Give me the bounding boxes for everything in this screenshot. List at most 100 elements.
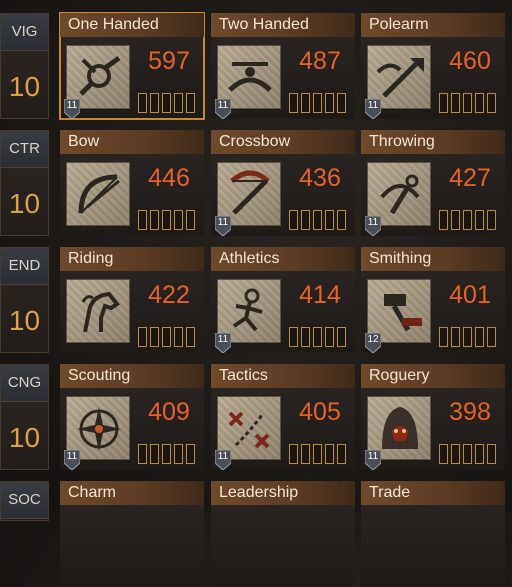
focus-slot[interactable] [174,210,183,230]
focus-point-slots[interactable] [439,210,496,230]
focus-slot[interactable] [174,93,183,113]
focus-slot[interactable] [301,210,310,230]
skill-name: Tactics [211,364,355,388]
focus-slot[interactable] [313,210,322,230]
focus-slot[interactable] [174,327,183,347]
focus-slot[interactable] [301,444,310,464]
focus-slot[interactable] [150,327,159,347]
skill-card-charm[interactable]: Charm [60,481,204,587]
skill-card-roguery[interactable]: Roguery 11 398 [361,364,505,471]
focus-slot[interactable] [325,327,334,347]
focus-slot[interactable] [463,93,472,113]
focus-point-slots[interactable] [439,327,496,347]
focus-slot[interactable] [186,327,195,347]
focus-slot[interactable] [301,327,310,347]
skill-level-text: 12 [367,334,379,345]
focus-slot[interactable] [487,327,496,347]
focus-point-slots[interactable] [289,210,346,230]
focus-slot[interactable] [325,210,334,230]
skill-name: Two Handed [211,13,355,37]
focus-slot[interactable] [487,93,496,113]
focus-slot[interactable] [138,93,147,113]
focus-slot[interactable] [162,210,171,230]
focus-slot[interactable] [451,210,460,230]
attribute-endurance[interactable]: END 10 [0,247,49,353]
focus-slot[interactable] [138,327,147,347]
focus-slot[interactable] [174,444,183,464]
focus-slot[interactable] [150,210,159,230]
skill-card-trade[interactable]: Trade [361,481,505,587]
skill-card-leadership[interactable]: Leadership [211,481,355,587]
focus-slot[interactable] [150,93,159,113]
focus-slot[interactable] [289,327,298,347]
focus-slot[interactable] [289,210,298,230]
focus-point-slots[interactable] [289,327,346,347]
skill-level-badge: 11 [214,332,232,354]
attribute-control[interactable]: CTR 10 [0,130,49,236]
focus-point-slots[interactable] [138,93,195,113]
focus-slot[interactable] [463,444,472,464]
focus-slot[interactable] [475,210,484,230]
focus-slot[interactable] [337,210,346,230]
focus-slot[interactable] [337,93,346,113]
focus-slot[interactable] [138,210,147,230]
skill-card-bow[interactable]: Bow 446 [60,130,204,236]
skill-level-badge: 12 [364,332,382,354]
skill-card-throwing[interactable]: Throwing 11 427 [361,130,505,237]
focus-point-slots[interactable] [138,327,195,347]
attribute-vigor[interactable]: VIG 10 [0,13,49,119]
focus-slot[interactable] [150,444,159,464]
focus-slot[interactable] [451,444,460,464]
focus-slot[interactable] [162,327,171,347]
focus-slot[interactable] [313,93,322,113]
focus-point-slots[interactable] [289,444,346,464]
focus-slot[interactable] [313,327,322,347]
skill-level-badge: 11 [214,449,232,471]
focus-slot[interactable] [475,444,484,464]
focus-slot[interactable] [313,444,322,464]
focus-slot[interactable] [451,327,460,347]
focus-slot[interactable] [162,444,171,464]
focus-point-slots[interactable] [138,210,195,230]
focus-slot[interactable] [289,93,298,113]
skill-card-riding[interactable]: Riding 422 [60,247,204,353]
skill-card-athletics[interactable]: Athletics 11 414 [211,247,355,354]
focus-slot[interactable] [325,93,334,113]
skill-level-badge: 11 [364,98,382,120]
focus-point-slots[interactable] [289,93,346,113]
focus-slot[interactable] [475,93,484,113]
focus-slot[interactable] [439,93,448,113]
focus-slot[interactable] [439,327,448,347]
skill-card-scouting[interactable]: Scouting 11 409 [60,364,204,471]
focus-slot[interactable] [337,444,346,464]
skill-value: 597 [148,47,190,75]
focus-point-slots[interactable] [138,444,195,464]
focus-slot[interactable] [439,444,448,464]
focus-point-slots[interactable] [439,444,496,464]
attribute-social[interactable]: SOC [0,481,49,521]
focus-point-slots[interactable] [439,93,496,113]
focus-slot[interactable] [138,444,147,464]
focus-slot[interactable] [487,444,496,464]
attribute-cunning[interactable]: CNG 10 [0,364,49,470]
focus-slot[interactable] [463,327,472,347]
focus-slot[interactable] [439,210,448,230]
skill-card-two-handed[interactable]: Two Handed 11 487 [211,13,355,120]
focus-slot[interactable] [162,93,171,113]
skill-card-tactics[interactable]: Tactics 11 405 [211,364,355,471]
focus-slot[interactable] [186,444,195,464]
focus-slot[interactable] [451,93,460,113]
focus-slot[interactable] [186,210,195,230]
focus-slot[interactable] [325,444,334,464]
focus-slot[interactable] [487,210,496,230]
focus-slot[interactable] [186,93,195,113]
skill-card-polearm[interactable]: Polearm 11 460 [361,13,505,120]
focus-slot[interactable] [463,210,472,230]
focus-slot[interactable] [475,327,484,347]
focus-slot[interactable] [337,327,346,347]
skill-card-smithing[interactable]: Smithing 12 401 [361,247,505,354]
skill-card-one-handed[interactable]: One Handed 11 597 [59,12,205,120]
focus-slot[interactable] [301,93,310,113]
focus-slot[interactable] [289,444,298,464]
skill-card-crossbow[interactable]: Crossbow 11 436 [211,130,355,237]
